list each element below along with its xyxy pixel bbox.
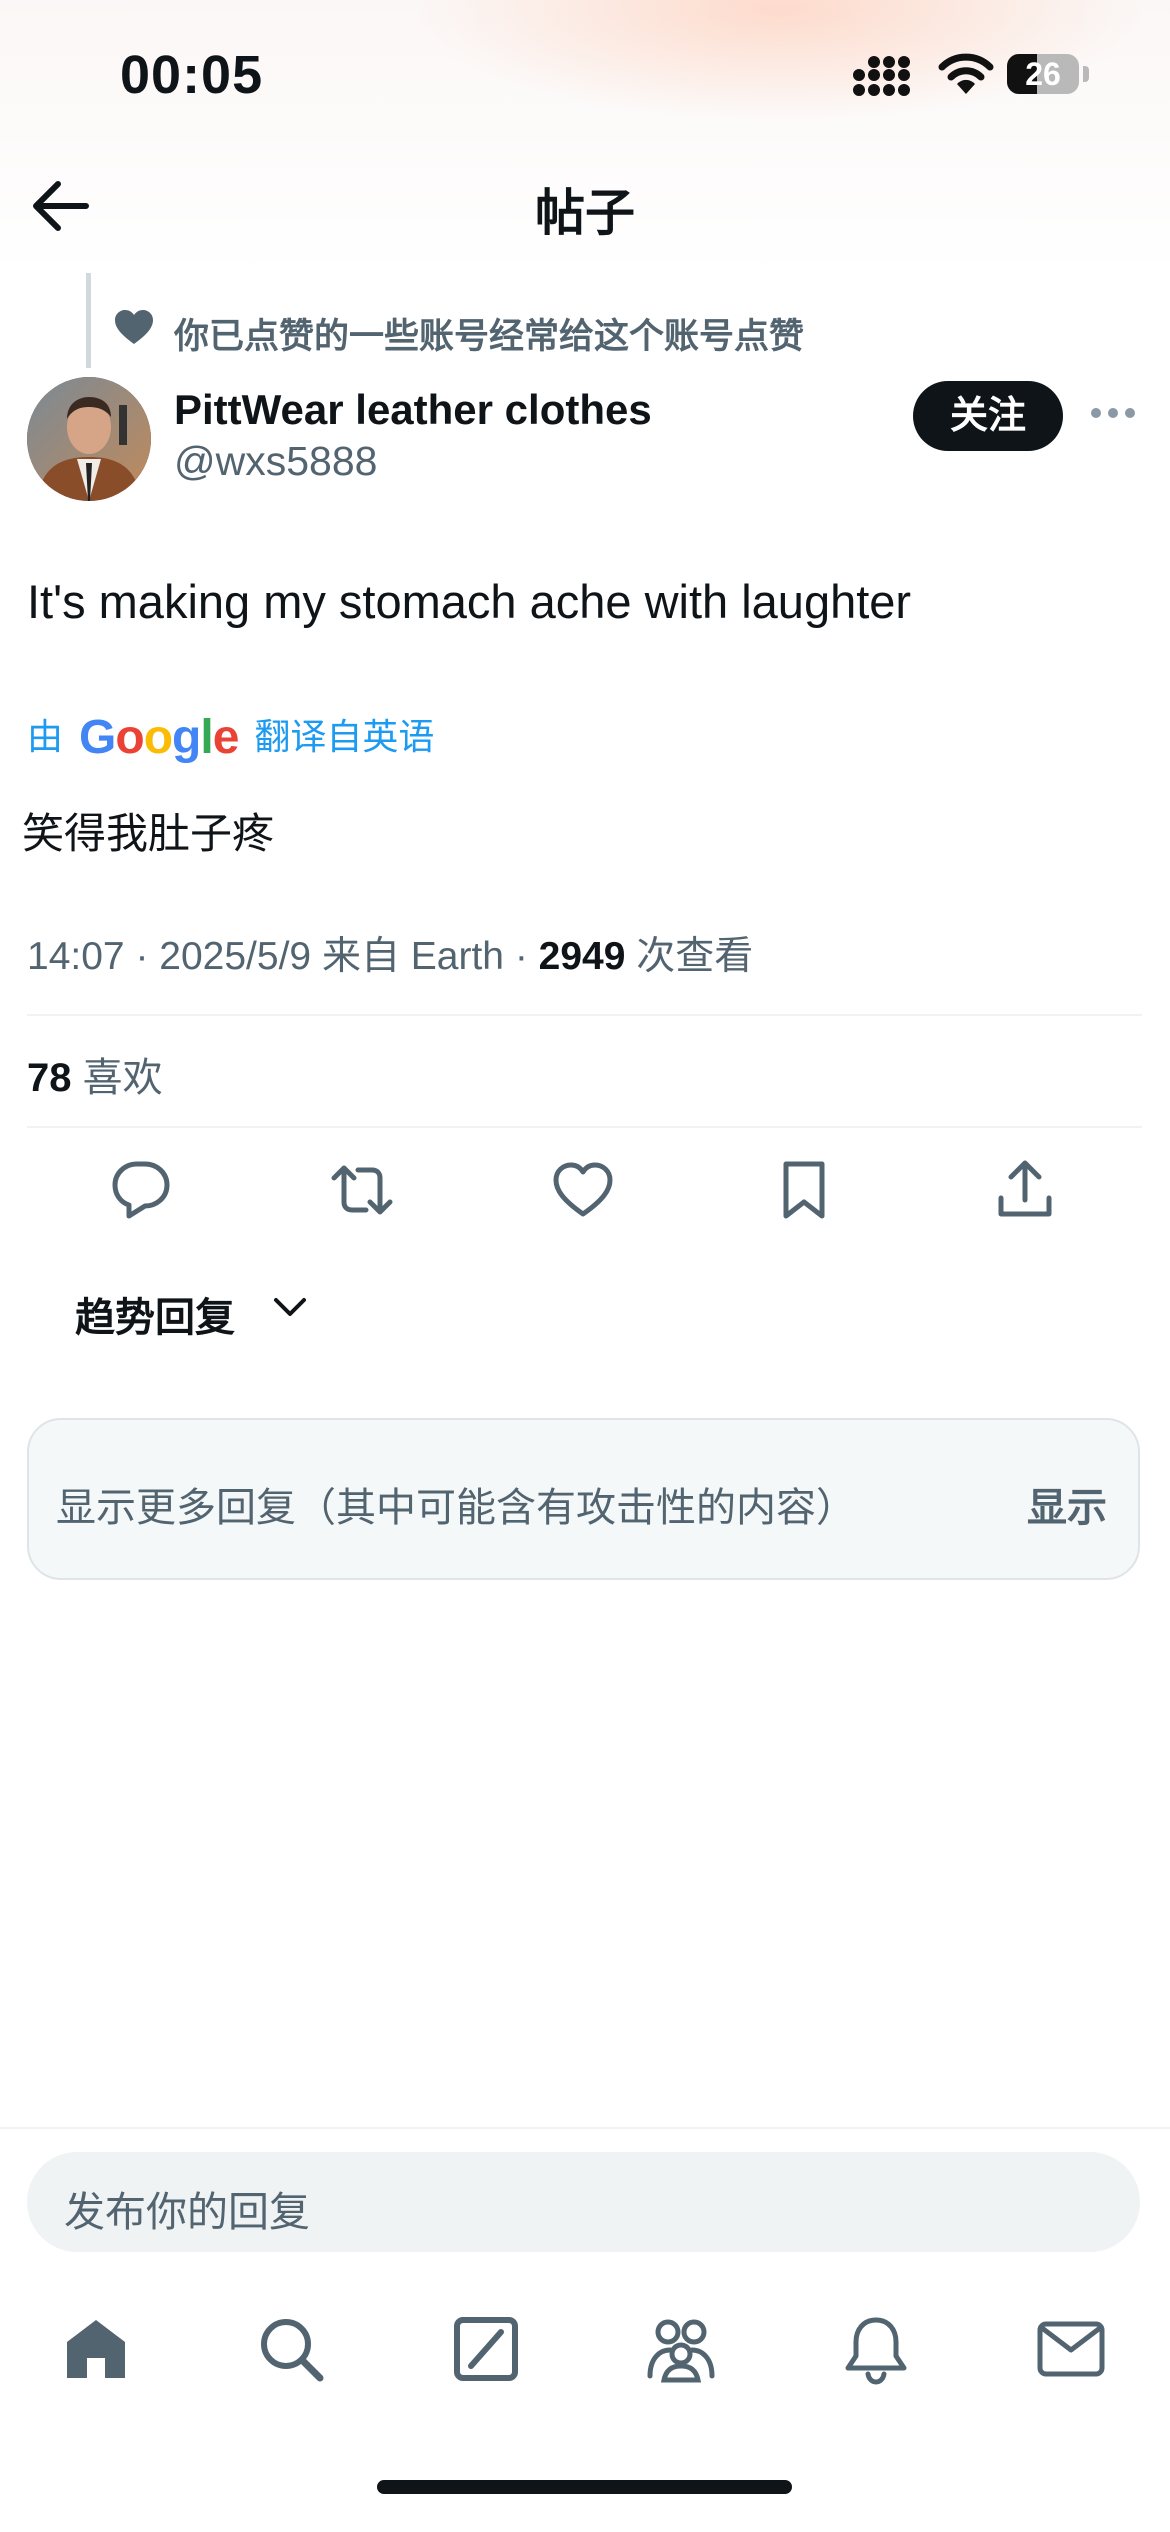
divider (27, 1126, 1142, 1128)
heart-icon (115, 310, 153, 344)
more-replies-text: 显示更多回复（其中可能含有攻击性的内容） (56, 1486, 856, 1530)
divider (27, 1014, 1142, 1016)
battery-tip (1083, 66, 1089, 82)
translation-suffix: 翻译自英语 (254, 716, 435, 757)
page-title: 帖子 (535, 185, 635, 241)
home-indicator[interactable] (377, 2480, 792, 2494)
reply-icon[interactable] (109, 1158, 173, 1222)
search-icon[interactable] (254, 2312, 328, 2386)
social-context-text: 你已点赞的一些账号经常给这个账号点赞 (174, 317, 805, 356)
author-handle[interactable]: @wxs5888 (174, 438, 377, 485)
more-options-icon[interactable] (1090, 406, 1136, 420)
follow-button[interactable]: 关注 (913, 381, 1063, 451)
share-icon[interactable] (993, 1158, 1057, 1222)
like-icon[interactable] (551, 1158, 615, 1222)
communities-icon[interactable] (644, 2312, 718, 2386)
chevron-down-icon[interactable] (272, 1296, 308, 1318)
reply-placeholder: 发布你的回复 (64, 2189, 310, 2235)
google-logo: Google (79, 711, 239, 764)
bookmark-icon[interactable] (772, 1158, 836, 1222)
view-label: 次查看 (636, 935, 754, 978)
composer-divider (0, 2127, 1170, 2129)
translated-text: 笑得我肚子疼 (22, 810, 275, 857)
tweet-text: It's making my stomach ache with laughte… (27, 575, 912, 628)
messages-icon[interactable] (1034, 2312, 1108, 2386)
retweet-icon[interactable] (330, 1158, 394, 1222)
trending-replies-selector[interactable]: 趋势回复 (75, 1285, 235, 1343)
signal-icon (853, 56, 910, 96)
grok-icon[interactable] (449, 2312, 523, 2386)
like-count: 78 (27, 1056, 72, 1100)
battery-indicator: 26 (1007, 54, 1079, 94)
notifications-icon[interactable] (839, 2312, 913, 2386)
tweet-time: 14:07 (27, 935, 125, 978)
translation-link[interactable]: 由 Google 翻译自英语 (27, 708, 434, 765)
tweet-date: 2025/5/9 (159, 935, 312, 978)
like-label: 喜欢 (82, 1056, 163, 1100)
tweet-meta: 14:07 · 2025/5/9 来自 Earth · 2949 次查看 (27, 935, 754, 978)
home-icon[interactable] (59, 2312, 133, 2386)
tweet-source: 来自 Earth (321, 935, 504, 978)
view-count: 2949 (538, 935, 626, 978)
translation-prefix: 由 (27, 716, 64, 757)
thread-line (86, 273, 91, 368)
avatar[interactable] (27, 377, 151, 501)
likes-summary[interactable]: 78 喜欢 (27, 1045, 163, 1103)
battery-level: 26 (1025, 56, 1061, 92)
status-time: 00:05 (120, 45, 264, 105)
wifi-icon (938, 53, 994, 94)
author-name[interactable]: PittWear leather clothes (174, 386, 652, 434)
show-more-replies-button[interactable]: 显示 (1027, 1475, 1107, 1533)
